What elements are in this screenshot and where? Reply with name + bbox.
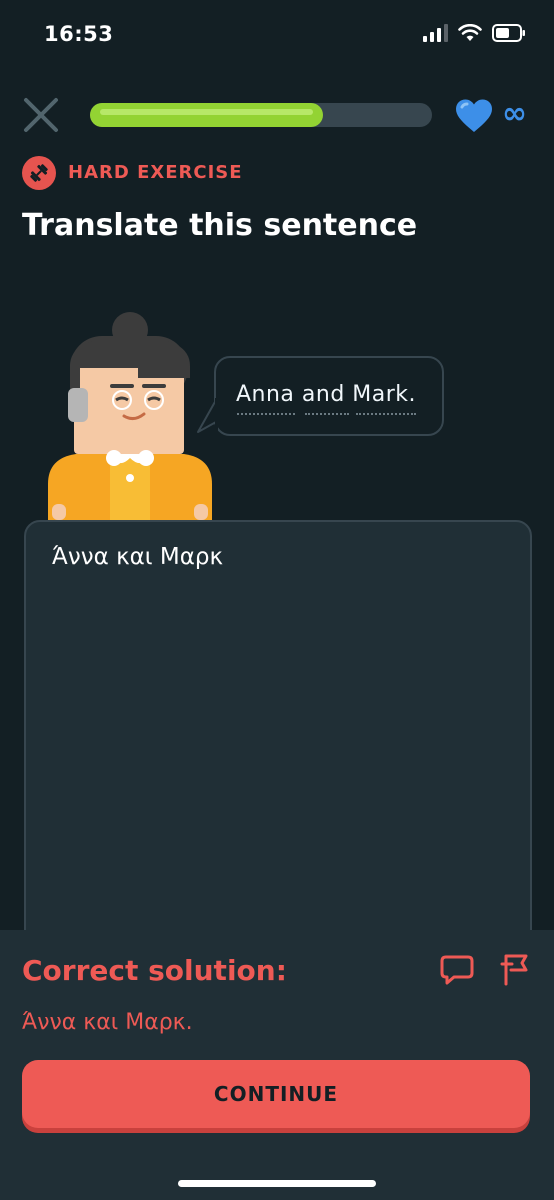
status-bar: 16:53	[0, 0, 554, 70]
page-title: Translate this sentence	[22, 208, 418, 243]
continue-button[interactable]: CONTINUE	[22, 1060, 530, 1128]
home-indicator[interactable]	[178, 1180, 376, 1187]
dumbbell-icon	[22, 156, 56, 190]
correct-solution-text: Άννα και Μαρκ.	[22, 1010, 193, 1035]
flag-icon[interactable]	[498, 952, 532, 986]
signal-icon	[423, 24, 448, 42]
battery-icon	[492, 24, 525, 42]
answer-text: Άννα και Μαρκ	[52, 544, 224, 570]
character-illustration	[48, 312, 212, 520]
hard-exercise-badge: HARD EXERCISE	[68, 162, 243, 183]
close-icon[interactable]	[22, 96, 60, 134]
status-icons	[423, 24, 526, 42]
progress-shine	[100, 109, 313, 115]
speech-bubble-tail	[197, 398, 218, 434]
lesson-progress-bar	[90, 103, 432, 127]
comment-icon[interactable]	[440, 954, 474, 986]
progress-fill	[90, 103, 323, 127]
status-time: 16:53	[44, 22, 114, 46]
hint-underline	[305, 411, 349, 415]
wifi-icon	[458, 24, 482, 41]
infinity-icon: ∞	[502, 96, 527, 131]
heart-icon[interactable]	[454, 98, 494, 134]
correct-solution-heading: Correct solution:	[22, 954, 287, 987]
answer-textarea[interactable]	[24, 520, 532, 994]
hint-underline	[356, 411, 416, 415]
hint-underline	[237, 411, 295, 415]
prompt-sentence[interactable]: Anna and Mark.	[236, 382, 416, 407]
